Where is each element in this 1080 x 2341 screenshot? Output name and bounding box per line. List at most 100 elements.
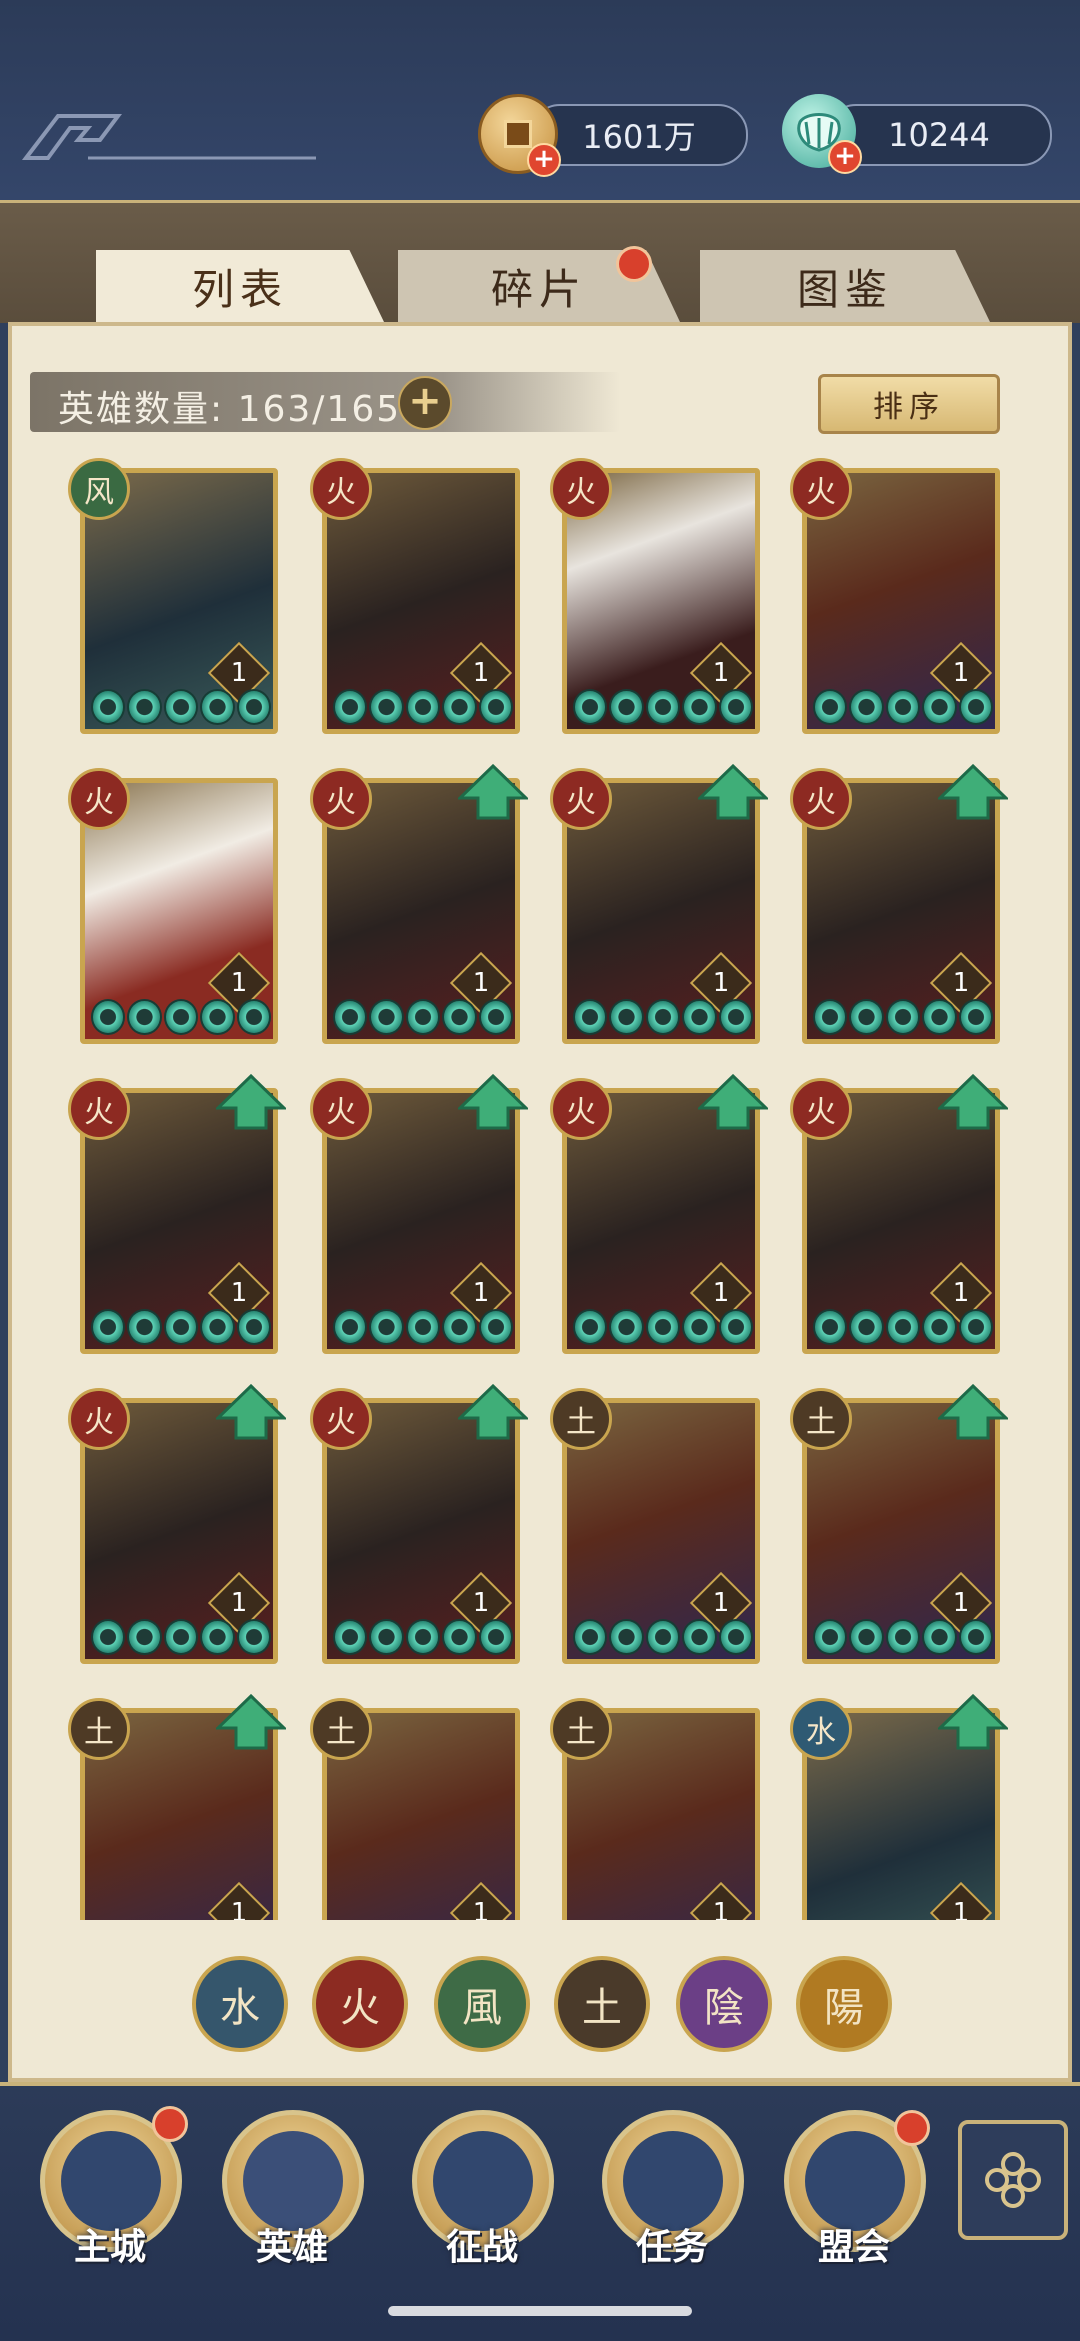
star-icon [813, 999, 848, 1035]
star-icon [885, 999, 921, 1035]
star-icon [573, 999, 608, 1035]
star-icon [478, 689, 514, 725]
star-icon [405, 689, 441, 725]
star-icon [91, 1619, 126, 1655]
hero-level: 1 [472, 1898, 490, 1920]
hero-stars [573, 689, 754, 725]
hero-stars [333, 1619, 514, 1655]
shells-value: 10244 [888, 116, 990, 154]
star-icon [163, 1309, 199, 1345]
sort-label: 排序 [873, 390, 945, 425]
star-icon [200, 689, 235, 725]
hero-stars [813, 1309, 994, 1345]
star-icon [573, 689, 608, 725]
star-icon [609, 1619, 644, 1655]
hero-stars [91, 1619, 272, 1655]
hero-element-badge: 土 [790, 1388, 852, 1450]
tab-collection-label: 图鉴 [796, 264, 893, 314]
tab-list-label: 列表 [191, 264, 288, 314]
tab-list[interactable]: 列表 [96, 250, 384, 322]
scroll-icon [623, 2131, 723, 2231]
filter-fire-button[interactable]: 火 [312, 1956, 408, 2052]
tab-fragments-label: 碎片 [490, 264, 587, 314]
hero-level: 1 [712, 1588, 730, 1618]
star-icon [885, 689, 921, 725]
star-icon [645, 1619, 681, 1655]
star-icon [91, 999, 126, 1035]
star-icon [958, 1309, 994, 1345]
filter-earth-button[interactable]: 土 [554, 1956, 650, 2052]
star-icon [645, 1309, 681, 1345]
star-icon [573, 1309, 608, 1345]
upgrade-arrow-icon [216, 1694, 286, 1750]
star-icon [478, 1309, 514, 1345]
upgrade-arrow-icon [938, 764, 1008, 820]
hero-stars [333, 999, 514, 1035]
add-shells-button[interactable]: + [828, 140, 862, 174]
star-icon [236, 689, 272, 725]
add-coins-button[interactable]: + [527, 143, 561, 177]
hero-level: 1 [952, 658, 970, 688]
star-icon [682, 689, 717, 725]
star-icon [885, 1309, 921, 1345]
main-city-notification-dot [152, 2106, 188, 2142]
hero-level: 1 [472, 1278, 490, 1308]
star-icon [333, 1309, 368, 1345]
hero-element-badge: 土 [68, 1698, 130, 1760]
hero-stars [573, 1619, 754, 1655]
hero-level: 1 [472, 658, 490, 688]
hero-element-badge: 土 [310, 1698, 372, 1760]
filter-yang-button[interactable]: 陽 [796, 1956, 892, 2052]
nav-guild-label: 盟会 [817, 2227, 890, 2268]
star-icon [200, 1619, 235, 1655]
upgrade-arrow-icon [458, 1074, 528, 1130]
hero-element-badge: 火 [790, 1078, 852, 1140]
upgrade-arrow-icon [938, 1694, 1008, 1750]
ornament-icon [21, 114, 316, 160]
city-icon [61, 2131, 161, 2231]
star-icon [405, 999, 441, 1035]
hero-element-badge: 火 [310, 458, 372, 520]
filter-yin-label: 陰 [704, 1985, 744, 2031]
star-icon [200, 999, 235, 1035]
hero-element-badge: 火 [790, 768, 852, 830]
star-icon [573, 1619, 608, 1655]
hero-stars [813, 689, 994, 725]
filter-yang-label: 陽 [824, 1985, 864, 2031]
star-icon [609, 1309, 644, 1345]
star-icon [91, 689, 126, 725]
nav-tasks-label: 任务 [635, 2227, 708, 2268]
star-icon [369, 1619, 404, 1655]
add-hero-slot-button[interactable]: + [398, 376, 452, 430]
star-icon [609, 999, 644, 1035]
tab-collection[interactable]: 图鉴 [700, 250, 990, 322]
upgrade-arrow-icon [216, 1074, 286, 1130]
sort-button[interactable]: 排序 [818, 374, 1000, 434]
star-icon [849, 1309, 884, 1345]
star-icon [333, 1619, 368, 1655]
hero-level: 1 [230, 1278, 248, 1308]
star-icon [682, 1619, 717, 1655]
upgrade-arrow-icon [938, 1074, 1008, 1130]
filter-wind-label: 風 [462, 1985, 502, 2031]
coins-value: 1601万 [582, 118, 696, 156]
filter-yin-button[interactable]: 陰 [676, 1956, 772, 2052]
drum-icon [433, 2131, 533, 2231]
hero-element-badge: 水 [790, 1698, 852, 1760]
star-icon [682, 1309, 717, 1345]
hero-level: 1 [952, 1278, 970, 1308]
star-icon [849, 999, 884, 1035]
filter-wind-button[interactable]: 風 [434, 1956, 530, 2052]
hero-level: 1 [472, 1588, 490, 1618]
star-icon [163, 689, 199, 725]
hero-level: 1 [230, 658, 248, 688]
filter-water-label: 水 [220, 1985, 260, 2031]
star-icon [442, 1619, 477, 1655]
star-icon [163, 1619, 199, 1655]
star-icon [200, 1309, 235, 1345]
star-icon [236, 1309, 272, 1345]
more-menu-button[interactable] [958, 2120, 1068, 2240]
fragments-notification-dot [616, 246, 652, 282]
filter-water-button[interactable]: 水 [192, 1956, 288, 2052]
filter-fire-label: 火 [340, 1985, 380, 2031]
